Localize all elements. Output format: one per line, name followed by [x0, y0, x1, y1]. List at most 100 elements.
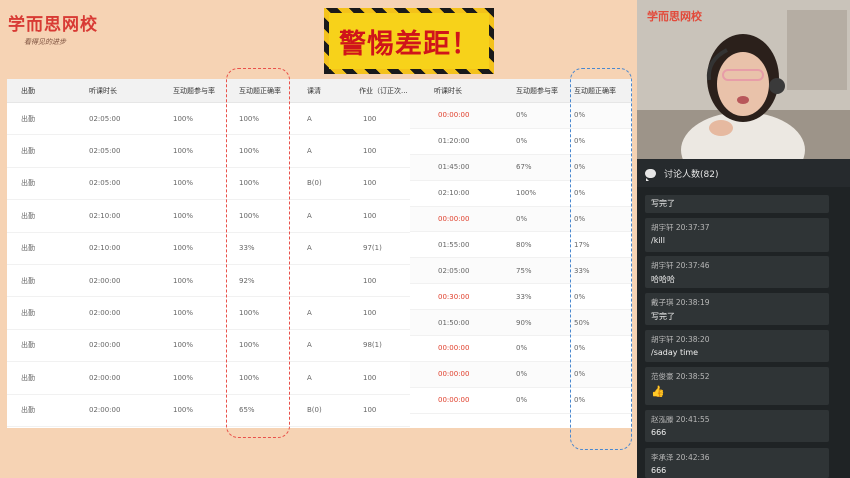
- cell-attendance: 出勤: [21, 406, 35, 415]
- cell-class-clear: A: [307, 341, 312, 350]
- cell-participation: 100%: [173, 373, 194, 382]
- table-row: 出勤 02:05:00 100% 100% B(0) 100: [7, 168, 410, 201]
- warning-banner: 警惕差距！: [324, 8, 494, 74]
- cell-participation: 100%: [173, 114, 194, 123]
- cell-homework: 100: [363, 309, 377, 318]
- cell-attendance: 出勤: [21, 114, 35, 123]
- student-stats-table: 出勤 听课时长 互动题参与率 互动题正确率 课清 作业（订正次... 出勤 02…: [7, 79, 410, 428]
- cell-duration: 00:00:00: [438, 111, 470, 120]
- chat-message: 写完了: [645, 195, 829, 213]
- cell-homework: 98(1): [363, 341, 382, 350]
- chat-message-meta: 李承泽 20:42:36: [651, 453, 710, 462]
- cell-class-clear: A: [307, 147, 312, 156]
- cell-attendance: 出勤: [21, 244, 35, 253]
- cell-participation: 0%: [516, 215, 528, 223]
- cell-participation: 100%: [516, 189, 537, 198]
- cell-attendance: 出勤: [21, 309, 35, 318]
- cell-class-clear: A: [307, 211, 312, 220]
- col-header-attendance: 出勤: [21, 86, 35, 95]
- thumbs-up-icon: 👍: [651, 385, 665, 398]
- table-row: 出勤 02:00:00 100% 100% A 100: [7, 362, 410, 395]
- cell-attendance: 出勤: [21, 211, 35, 220]
- cell-participation: 100%: [173, 147, 194, 156]
- col-header-homework: 作业（订正次...: [359, 86, 408, 95]
- cell-participation: 33%: [516, 292, 532, 301]
- cell-participation: 0%: [516, 396, 528, 405]
- cell-participation: 100%: [173, 309, 194, 318]
- chat-message-text: 666: [651, 466, 667, 475]
- table-row: 出勤 02:10:00 100% 33% A 97(1): [7, 233, 410, 265]
- cell-duration: 02:05:00: [89, 147, 121, 156]
- warning-banner-inner: 警惕差距！: [329, 13, 489, 69]
- col-header-duration: 听课时长: [89, 86, 117, 95]
- chat-message-meta: 胡宇轩 20:38:20: [651, 335, 710, 344]
- cell-participation: 90%: [516, 318, 532, 327]
- chat-message-meta: 赵泓滕 20:41:55: [651, 415, 710, 424]
- cell-participation: 0%: [516, 344, 528, 353]
- cell-duration: 00:00:00: [438, 396, 470, 405]
- cell-participation: 0%: [516, 111, 528, 120]
- chat-header: 讨论人数(82): [637, 159, 850, 187]
- cell-duration: 02:00:00: [89, 276, 121, 285]
- chat-message-text: /saday time: [651, 348, 699, 357]
- cell-homework: 100: [363, 276, 377, 285]
- cell-attendance: 出勤: [21, 373, 35, 382]
- chat-message: 胡宇轩 20:37:37 /kill: [645, 218, 829, 252]
- cell-duration: 02:00:00: [89, 373, 121, 382]
- cell-duration: 02:00:00: [89, 341, 121, 350]
- chat-participant-count: 讨论人数(82): [664, 169, 719, 180]
- cell-duration: 02:10:00: [438, 189, 470, 198]
- col-header-participation: 互动题参与率: [173, 86, 215, 95]
- cell-class-clear: A: [307, 373, 312, 382]
- cell-participation: 100%: [173, 244, 194, 253]
- chat-message: 李承泽 20:42:36 666: [645, 448, 829, 478]
- cell-duration: 00:30:00: [438, 292, 470, 301]
- teacher-video: 学而思网校: [637, 0, 850, 159]
- cell-class-clear: A: [307, 114, 312, 123]
- cell-duration: 01:20:00: [438, 137, 470, 146]
- cell-homework: 100: [363, 179, 377, 188]
- cell-attendance: 出勤: [21, 341, 35, 350]
- chat-message: 胡宇轩 20:38:20 /saday time: [645, 330, 829, 362]
- table-header: 出勤 听课时长 互动题参与率 互动题正确率 课清 作业（订正次...: [7, 79, 410, 103]
- cell-participation: 100%: [173, 211, 194, 220]
- cell-duration: 02:05:00: [438, 266, 470, 275]
- cell-participation: 0%: [516, 370, 528, 379]
- cell-duration: 02:10:00: [89, 244, 121, 253]
- cell-duration: 00:00:00: [438, 344, 470, 353]
- cell-homework: 100: [363, 211, 377, 220]
- highlight-frame-left-accuracy: [226, 68, 290, 438]
- cell-duration: 01:55:00: [438, 240, 470, 249]
- cell-attendance: 出勤: [21, 147, 35, 156]
- chat-message-meta: 胡宇轩 20:37:37: [651, 223, 710, 232]
- cell-class-clear: A: [307, 309, 312, 318]
- cell-duration: 02:05:00: [89, 179, 121, 188]
- chat-message-text: 写完了: [651, 312, 675, 321]
- chat-message-text: 写完了: [651, 199, 675, 208]
- cell-attendance: 出勤: [21, 276, 35, 285]
- table-body: 出勤 02:05:00 100% 100% A 100 出勤 02:05:00 …: [7, 103, 410, 427]
- cell-participation: 100%: [173, 341, 194, 350]
- highlight-frame-right-accuracy: [570, 68, 632, 450]
- cell-participation: 75%: [516, 266, 532, 275]
- cell-duration: 00:00:00: [438, 215, 470, 223]
- chat-message: 胡宇轩 20:37:46 哈哈哈: [645, 256, 829, 288]
- cell-class-clear: A: [307, 244, 312, 253]
- cell-participation: 67%: [516, 163, 532, 172]
- chat-panel: 讨论人数(82) 写完了 胡宇轩 20:37:37 /kill 胡宇轩 20:3…: [637, 159, 850, 478]
- table-row: 出勤 02:00:00 100% 100% A 98(1): [7, 330, 410, 363]
- cell-homework: 100: [363, 114, 377, 123]
- cell-duration: 02:00:00: [89, 309, 121, 318]
- cell-participation: 80%: [516, 240, 532, 249]
- warning-banner-text: 警惕差距！: [339, 28, 479, 60]
- logo-name: 学而思网校: [8, 15, 98, 35]
- chat-message-meta: 范俊豪 20:38:52: [651, 372, 710, 381]
- cell-homework: 97(1): [363, 244, 382, 253]
- table-row: 出勤 02:10:00 100% 100% A 100: [7, 200, 410, 233]
- chat-bubble-icon: [645, 168, 656, 181]
- col-header-class-clear: 课清: [307, 86, 321, 95]
- chat-message-text: 哈哈哈: [651, 275, 675, 284]
- chat-message-meta: 胡宇轩 20:37:46: [651, 261, 710, 270]
- school-logo: 学而思网校 看得见的进步: [8, 10, 118, 46]
- cell-attendance: 出勤: [21, 179, 35, 188]
